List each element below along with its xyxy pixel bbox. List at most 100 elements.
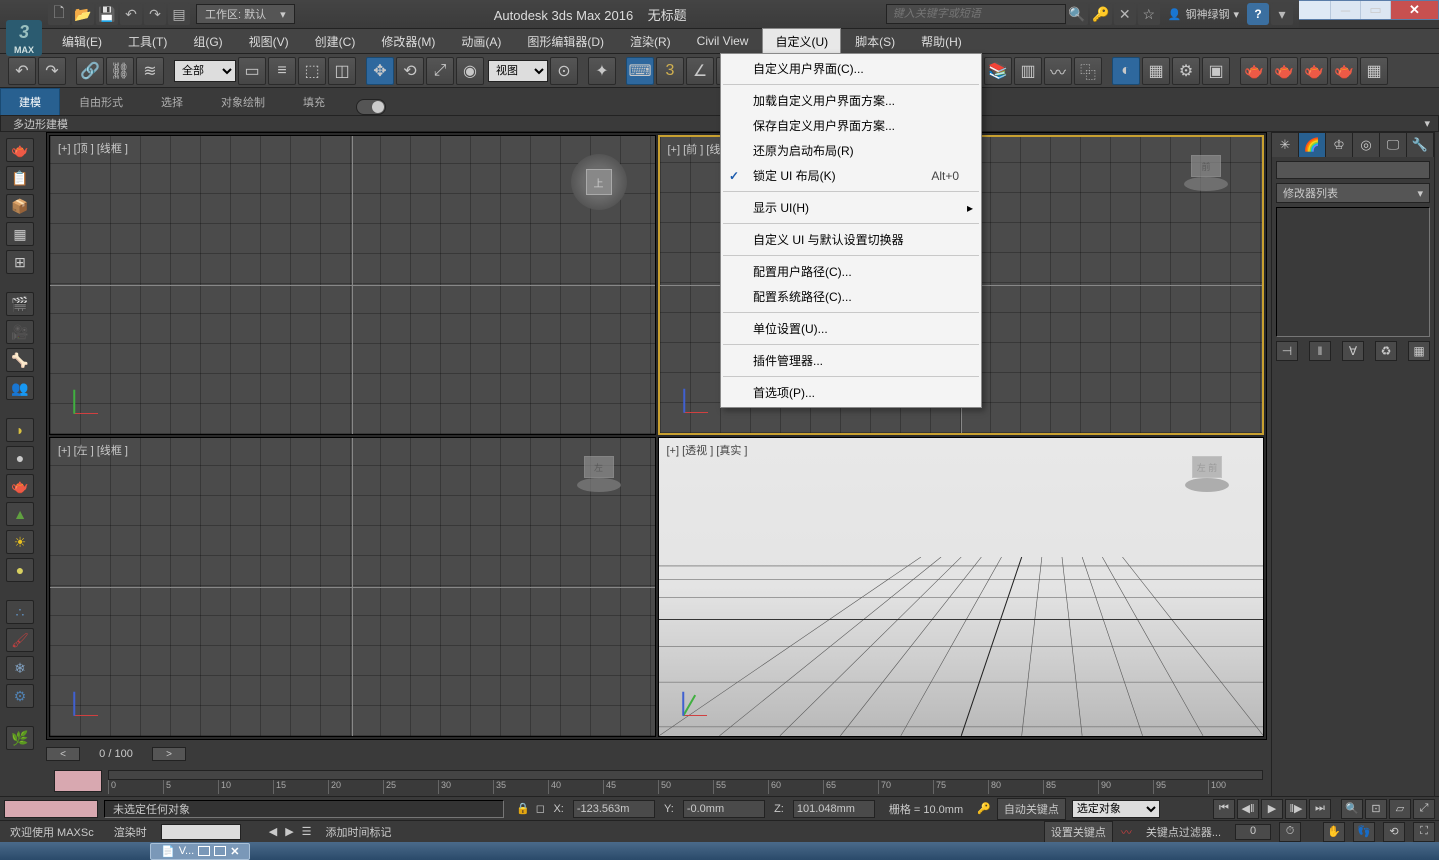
nav-zoomall-icon[interactable]: ⊡ xyxy=(1365,799,1387,819)
tab-motion[interactable]: ◎ xyxy=(1353,133,1380,157)
pin-stack-icon[interactable]: ⊣ xyxy=(1276,341,1298,361)
menu-10[interactable]: 自定义(U) xyxy=(762,28,841,55)
object-name-field[interactable] xyxy=(1276,161,1430,179)
select-place-icon[interactable]: ◉ xyxy=(456,57,484,85)
subscription-icon[interactable]: 🔑 xyxy=(1090,3,1112,25)
select-scale-icon[interactable]: ⤢ xyxy=(426,57,454,85)
bind-spacewarp-icon[interactable]: ≋ xyxy=(136,57,164,85)
minimize-button[interactable]: ─ xyxy=(1330,1,1360,19)
notes-tool-icon[interactable]: 📋 xyxy=(6,166,34,190)
ribbon-tab-2[interactable]: 选择 xyxy=(142,88,202,115)
moon-icon[interactable]: ● xyxy=(6,558,34,582)
key-icon[interactable]: 🔑 xyxy=(977,802,991,815)
menu-9[interactable]: Civil View xyxy=(685,30,761,52)
selection-filter[interactable]: 全部 xyxy=(174,60,236,82)
project-icon[interactable]: ▤ xyxy=(168,3,190,25)
menu-item-18[interactable]: 首选项(P)... xyxy=(721,380,981,405)
nav-fov-icon[interactable]: ▱ xyxy=(1389,799,1411,819)
viewport-top[interactable]: [+] [顶 ] [线框 ] 上 xyxy=(49,135,656,435)
undo-icon[interactable]: ↶ xyxy=(8,57,36,85)
select-manipulate-icon[interactable]: ✦ xyxy=(588,57,616,85)
nav-pan-icon[interactable]: ✋ xyxy=(1323,822,1345,842)
menu-2[interactable]: 组(G) xyxy=(181,29,234,54)
keyboard-shortcut-icon[interactable]: ⌨ xyxy=(626,57,654,85)
keyfilter-button[interactable]: 关键点过滤器... xyxy=(1140,824,1227,840)
setkey-button[interactable]: 设置关键点 xyxy=(1044,821,1113,843)
menu-item-9[interactable]: 自定义 UI 与默认设置切换器 xyxy=(721,227,981,252)
nav-maximize-icon[interactable]: ⛶ xyxy=(1413,822,1435,842)
workspace-selector[interactable]: 工作区: 默认 ▾ xyxy=(196,4,295,24)
ribbon-tab-0[interactable]: 建模 xyxy=(0,88,60,115)
scroll-right-icon[interactable]: > xyxy=(152,747,186,761)
tab-utilities[interactable]: 🔧 xyxy=(1407,133,1434,157)
menu-item-3[interactable]: 保存自定义用户界面方案... xyxy=(721,113,981,138)
reference-coord[interactable]: 视图 xyxy=(488,60,548,82)
menu-item-16[interactable]: 插件管理器... xyxy=(721,348,981,373)
exchange-icon[interactable]: ✕ xyxy=(1114,3,1136,25)
render-iterate-icon[interactable]: 🫖 xyxy=(1270,57,1298,85)
goto-end-icon[interactable]: ⏭ xyxy=(1309,799,1331,819)
remove-mod-icon[interactable]: ♻ xyxy=(1375,341,1397,361)
render-setup-icon[interactable]: ⚙ xyxy=(1172,57,1200,85)
search-input[interactable] xyxy=(886,4,1066,24)
ribbon-tab-3[interactable]: 对象绘制 xyxy=(202,88,284,115)
isolate-icon[interactable]: ◻ xyxy=(536,802,545,815)
layer-manager-icon[interactable]: 📚 xyxy=(984,57,1012,85)
new-file-icon[interactable]: 🗋 xyxy=(48,3,70,25)
keymode-combo[interactable]: 选定对象 xyxy=(1072,800,1160,818)
menu-7[interactable]: 图形编辑器(D) xyxy=(515,29,616,54)
menu-4[interactable]: 创建(C) xyxy=(303,29,368,54)
particles-icon[interactable]: ∴ xyxy=(6,600,34,624)
maximize-button[interactable]: ▭ xyxy=(1360,1,1390,19)
configure-icon[interactable]: ▦ xyxy=(1408,341,1430,361)
menu-item-7[interactable]: 显示 UI(H)▸ xyxy=(721,195,981,220)
array-tool-icon[interactable]: ⊞ xyxy=(6,250,34,274)
menu-3[interactable]: 视图(V) xyxy=(237,29,301,54)
toggle-ribbon-icon[interactable]: ▥ xyxy=(1014,57,1042,85)
play-icon[interactable]: ▶ xyxy=(1261,799,1283,819)
add-time-tag[interactable]: 添加时间标记 xyxy=(320,824,398,840)
caret-icon[interactable]: ▾ xyxy=(1271,3,1293,25)
render-last-icon[interactable]: ▦ xyxy=(1360,57,1388,85)
render-prod-icon[interactable]: 🫖 xyxy=(1240,57,1268,85)
unlink-icon[interactable]: ⛓ xyxy=(106,57,134,85)
menu-8[interactable]: 渲染(R) xyxy=(618,29,683,54)
render-frame-icon[interactable]: ▣ xyxy=(1202,57,1230,85)
taskbar-item[interactable]: 📄V... ✕ xyxy=(150,843,250,860)
color-swatch[interactable] xyxy=(4,800,98,818)
coord-z[interactable]: 101.048mm xyxy=(793,800,875,818)
grid-tool-icon[interactable]: ▦ xyxy=(6,222,34,246)
tab-display[interactable]: 🖵 xyxy=(1380,133,1407,157)
select-move-icon[interactable]: ✥ xyxy=(366,57,394,85)
menu-item-12[interactable]: 配置系统路径(C)... xyxy=(721,284,981,309)
make-unique-icon[interactable]: ∀ xyxy=(1342,341,1364,361)
snow-icon[interactable]: ❄ xyxy=(6,656,34,680)
schematic-view-icon[interactable]: ⿻ xyxy=(1074,57,1102,85)
video-tool-icon[interactable]: 🎥 xyxy=(6,320,34,344)
camera-tool-icon[interactable]: 🎬 xyxy=(6,292,34,316)
ribbon-tab-4[interactable]: 填充 xyxy=(284,88,344,115)
tree-icon[interactable]: ▲ xyxy=(6,502,34,526)
app-logo[interactable]: MAX xyxy=(6,20,42,56)
coord-x[interactable]: -123.563m xyxy=(573,800,655,818)
show-end-icon[interactable]: ‖ xyxy=(1309,341,1331,361)
menu-item-2[interactable]: 加载自定义用户界面方案... xyxy=(721,88,981,113)
modifier-stack[interactable] xyxy=(1276,207,1430,337)
prev-frame-icon[interactable]: ◀‖ xyxy=(1237,799,1259,819)
sun-icon[interactable]: ☀ xyxy=(6,530,34,554)
dome-light-icon[interactable]: ◗ xyxy=(6,418,34,442)
modifier-list-combo[interactable]: 修改器列表▾ xyxy=(1276,183,1430,203)
current-frame[interactable]: 0 xyxy=(1235,824,1271,840)
help-icon[interactable]: ? xyxy=(1247,3,1269,25)
undo-qat-icon[interactable]: ↶ xyxy=(120,3,142,25)
tag-icon-l[interactable]: ◀ xyxy=(269,825,277,838)
bone-tool-icon[interactable]: 🦴 xyxy=(6,348,34,372)
ribbon-tab-1[interactable]: 自由形式 xyxy=(60,88,142,115)
select-object-icon[interactable]: ▭ xyxy=(238,57,266,85)
close-button[interactable]: ✕ xyxy=(1390,1,1438,19)
snap-toggle-icon[interactable]: 3 xyxy=(656,57,684,85)
select-rotate-icon[interactable]: ⟲ xyxy=(396,57,424,85)
open-file-icon[interactable]: 📂 xyxy=(72,3,94,25)
autokey-button[interactable]: 自动关键点 xyxy=(997,798,1066,820)
coord-y[interactable]: -0.0mm xyxy=(683,800,765,818)
